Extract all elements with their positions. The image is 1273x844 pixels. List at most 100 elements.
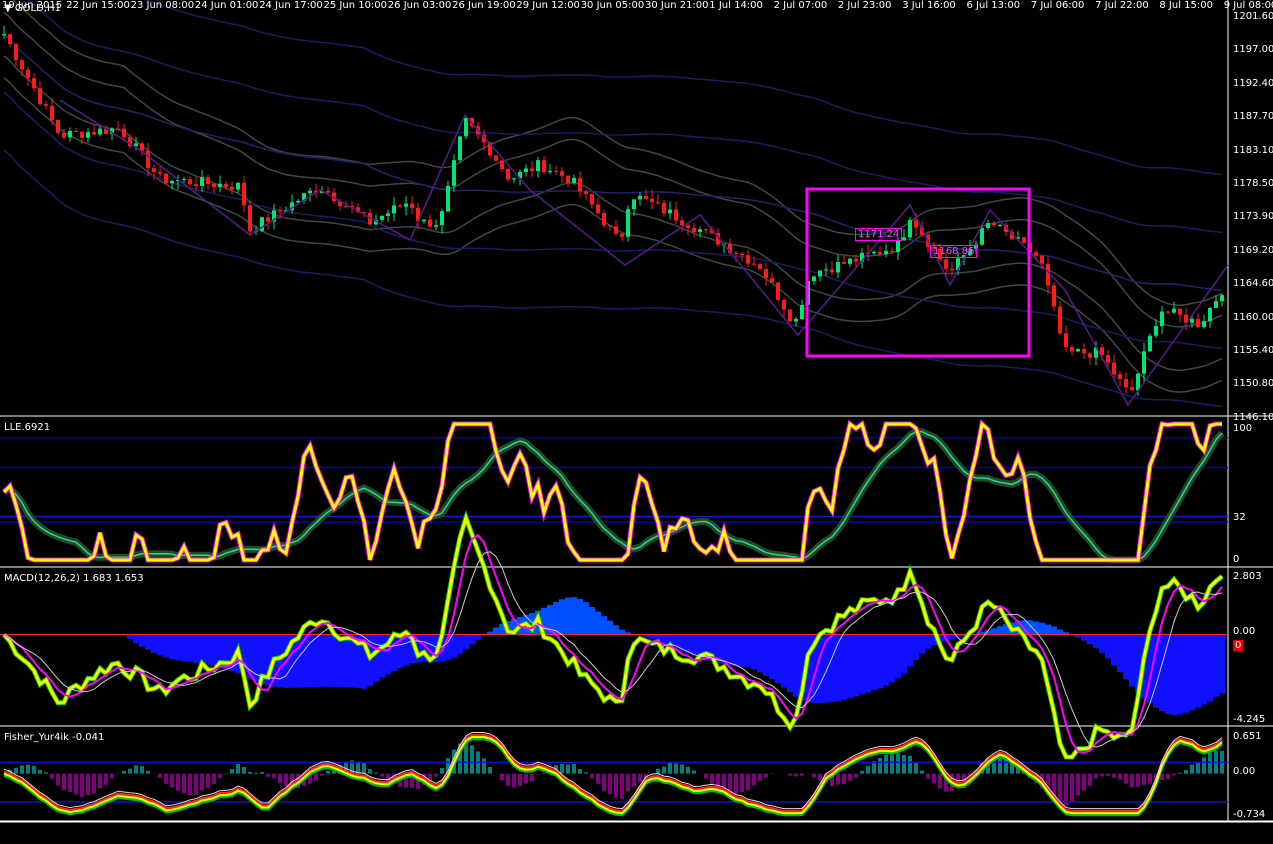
- candle-body: [878, 251, 882, 255]
- fisher-line: [3, 733, 1223, 813]
- fisher-histogram-bar: [1190, 764, 1194, 774]
- fisher-histogram-bar: [488, 767, 492, 774]
- fisher-histogram-bar: [194, 773, 198, 795]
- fisher-histogram-bar: [692, 770, 696, 774]
- fisher-histogram-bar: [602, 773, 606, 791]
- macd-histogram-bar: [457, 634, 463, 654]
- fisher-histogram-bar: [758, 773, 762, 781]
- fisher-histogram-bar: [608, 773, 612, 795]
- candle-body: [680, 220, 684, 226]
- axis-label: 0.00: [1233, 626, 1256, 637]
- macd-histogram-bar: [991, 628, 997, 635]
- macd-histogram-bar: [451, 634, 457, 658]
- fisher-histogram-bar: [86, 773, 90, 795]
- fisher-histogram-bar: [62, 773, 66, 790]
- fisher-histogram-bar: [794, 773, 798, 777]
- macd-histogram-bar: [601, 616, 607, 635]
- fisher-line: [3, 732, 1223, 810]
- fisher-histogram-bar: [680, 764, 684, 774]
- fisher-histogram-bar: [146, 770, 150, 774]
- candle-body: [1196, 318, 1200, 327]
- macd-histogram-bar: [205, 634, 211, 665]
- fisher-histogram-bar: [1136, 773, 1140, 787]
- candle-body: [248, 205, 252, 232]
- candle-body: [674, 209, 678, 221]
- axis-label: 1146.10: [1233, 411, 1273, 423]
- macd-histogram-bar: [181, 634, 187, 661]
- fisher-histogram-bar: [584, 772, 588, 774]
- candle-body: [626, 209, 630, 237]
- time-label: 30 Jun 05:00: [580, 0, 645, 11]
- axis-label: 32: [1233, 512, 1246, 523]
- macd-histogram-bar: [475, 634, 481, 640]
- candle-body: [506, 169, 510, 180]
- axis-label: 1160.00: [1233, 311, 1273, 323]
- candle-body: [98, 128, 102, 135]
- fisher-histogram-bar: [374, 772, 378, 774]
- macd-histogram-bar: [781, 634, 787, 688]
- envelope-line: [3, 149, 1223, 407]
- candle-body: [116, 128, 120, 130]
- envelope-line: [3, 77, 1223, 393]
- candle-body: [596, 204, 600, 214]
- macd-histogram-bar: [913, 634, 919, 660]
- candle-body: [1046, 263, 1050, 286]
- fisher-histogram-bar: [110, 773, 114, 779]
- macd-histogram-bar: [1183, 634, 1189, 713]
- candle-body: [1202, 321, 1206, 327]
- candle-body: [524, 168, 528, 172]
- fisher-histogram-bar: [1082, 773, 1086, 791]
- candle-body: [764, 268, 768, 279]
- candle-body: [632, 199, 636, 210]
- candle-body: [230, 186, 234, 190]
- candle-body: [452, 160, 456, 186]
- fisher-histogram-bar: [812, 773, 816, 778]
- macd-histogram-bar: [1093, 634, 1099, 649]
- candle-body: [308, 190, 312, 194]
- fisher-histogram-bar: [362, 763, 366, 774]
- chart-window[interactable]: ▼ GOLD,H1 LLE.6921 MACD(12,26,2) 1.683 1…: [0, 0, 1273, 844]
- macd-histogram-bar: [871, 634, 877, 691]
- axis-label: 100: [1233, 423, 1253, 434]
- candle-body: [212, 183, 216, 187]
- fisher-histogram-bar: [440, 768, 444, 774]
- fisher-histogram-bar: [236, 763, 240, 774]
- candle-body: [80, 131, 84, 138]
- time-label: 24 Jun 17:00: [259, 0, 323, 11]
- macd-histogram-bar: [877, 634, 883, 689]
- axis-label: 1192.40: [1233, 77, 1273, 89]
- macd-histogram-bar: [313, 634, 319, 688]
- fisher-histogram-bar: [572, 764, 576, 774]
- macd-histogram-bar: [565, 597, 571, 635]
- candle-body: [464, 117, 468, 137]
- candle-body: [794, 318, 798, 322]
- candle-body: [548, 170, 552, 173]
- candle-body: [788, 309, 792, 322]
- macd-histogram-bar: [1081, 634, 1087, 641]
- fisher-histogram-bar: [1088, 773, 1092, 786]
- candle-body: [554, 170, 558, 172]
- macd-histogram-bar: [817, 634, 823, 703]
- fisher-histogram-bar: [530, 773, 534, 781]
- fisher-histogram-bar: [542, 772, 546, 774]
- fisher-histogram-bar: [218, 773, 222, 778]
- fisher-histogram-bar: [272, 773, 276, 779]
- macd-histogram-bar: [175, 634, 181, 661]
- axis-label: 2.803: [1233, 571, 1262, 582]
- candle-body: [560, 171, 564, 176]
- candle-body: [32, 78, 36, 89]
- fisher-histogram-bar: [188, 773, 192, 796]
- macd-histogram-bar: [793, 634, 799, 697]
- chart-canvas[interactable]: [0, 0, 1273, 844]
- macd-histogram-bar: [889, 634, 895, 683]
- fisher-histogram-bar: [524, 773, 528, 784]
- macd-histogram-bar: [493, 627, 499, 635]
- candle-body: [1070, 347, 1074, 352]
- time-label: 19 Jun 2015: [2, 0, 63, 11]
- time-label: 26 Jun 03:00: [387, 0, 452, 11]
- fisher-histogram-bar: [938, 773, 942, 789]
- axis-label: -4.245: [1233, 714, 1266, 725]
- fisher-histogram-bar: [140, 766, 144, 774]
- axis-label: 0.00: [1233, 766, 1256, 777]
- macd-histogram-bar: [847, 634, 853, 698]
